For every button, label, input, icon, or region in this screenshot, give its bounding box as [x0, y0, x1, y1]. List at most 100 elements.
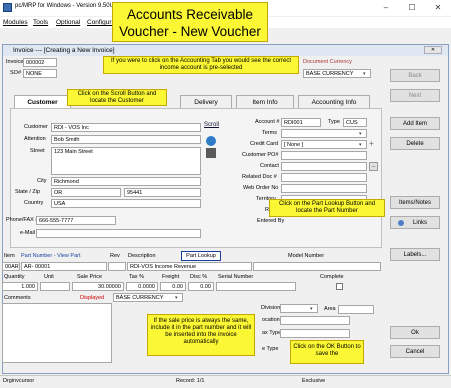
credit-card-select[interactable]: [ None ] ▾ — [281, 140, 367, 149]
email-field[interactable] — [36, 229, 201, 238]
customer-po-field[interactable] — [281, 151, 367, 160]
zip-field[interactable]: 95441 — [124, 188, 201, 197]
serial-field[interactable] — [216, 282, 296, 291]
add-icon[interactable]: + — [369, 140, 378, 149]
city-field[interactable]: Richmond — [51, 177, 201, 186]
tax-label: Tax % — [129, 274, 144, 280]
web-order-label: Web Order No — [243, 185, 279, 191]
complete-checkbox[interactable] — [336, 283, 343, 290]
rev-field[interactable] — [108, 262, 126, 271]
web-order-field[interactable] — [281, 184, 367, 193]
delete-button[interactable]: Delete — [390, 137, 440, 150]
add-item-button[interactable]: Add Item — [390, 117, 440, 130]
street-field[interactable]: 123 Main Street — [51, 147, 201, 175]
part-lookup-button[interactable]: Part Lookup — [181, 251, 221, 261]
scroll-button[interactable]: Scroll — [204, 122, 224, 132]
related-doc-label: Related Doc # — [242, 174, 277, 180]
type2-label: e Type — [262, 346, 279, 352]
customer-po-label: Customer PO# — [242, 152, 279, 158]
serial-label: Serial Number — [218, 274, 254, 280]
chevron-down-icon: ▾ — [310, 306, 313, 312]
street-label: Street — [30, 148, 45, 154]
minimize-icon[interactable]: – — [378, 2, 394, 14]
quantity-field[interactable]: 1.000 — [2, 282, 38, 291]
account-field[interactable]: RDI001 — [281, 118, 321, 127]
links-icon — [398, 220, 404, 226]
phone-field[interactable]: 666-555-7777 — [36, 216, 116, 225]
terms-select[interactable]: ▾ — [281, 129, 367, 138]
contact-lookup-button[interactable]: ... — [369, 162, 378, 171]
credit-card-value: [ None ] — [284, 142, 304, 148]
model-number-field[interactable] — [253, 262, 381, 271]
account-label: Account # — [255, 119, 280, 125]
displayed-currency-select[interactable]: BASE CURRENCY ▾ — [113, 293, 183, 302]
invoice-number-field[interactable]: 000002 — [23, 58, 57, 67]
state-field[interactable]: OR — [51, 188, 121, 197]
close-icon[interactable]: ✕ — [430, 2, 446, 14]
status-record: Record: 1/1 — [176, 378, 205, 384]
menu-modules[interactable]: Modules — [3, 19, 28, 26]
unit-field[interactable] — [40, 282, 70, 291]
tab-accounting-info[interactable]: Accounting Info — [298, 95, 370, 108]
country-field[interactable]: USA — [51, 199, 201, 208]
disc-field[interactable]: 0.00 — [188, 282, 214, 291]
customer-field[interactable]: RDI - VOS Inc — [51, 123, 201, 132]
back-button[interactable]: Back — [390, 69, 440, 82]
app-icon — [3, 3, 12, 12]
credit-card-label: Credit Card — [250, 141, 279, 147]
tax-type-select[interactable] — [280, 329, 350, 338]
maximize-icon[interactable]: ☐ — [404, 2, 420, 14]
description-col-label: Description — [128, 253, 156, 259]
part-number-field[interactable]: AR- 00001 — [21, 262, 107, 271]
city-label: City — [37, 178, 47, 184]
menu-configura[interactable]: Configura — [87, 19, 115, 26]
freight-field[interactable]: 0.00 — [160, 282, 186, 291]
so-field[interactable]: NONE — [23, 69, 57, 78]
tab-customer[interactable]: Customer — [14, 95, 71, 108]
links-label: Links — [412, 220, 427, 226]
email-label: e-Mail — [20, 230, 35, 236]
title-banner: Accounts Receivable Voucher - New Vouche… — [112, 2, 268, 42]
part-view-link[interactable]: Part Number - View Part — [21, 253, 81, 259]
tab-delivery[interactable]: Delivery — [180, 95, 232, 108]
item-field[interactable]: 00AR — [2, 262, 20, 271]
unit-label: Unit — [44, 274, 54, 280]
type-field[interactable]: CUS — [343, 118, 367, 127]
next-button[interactable]: Next — [390, 89, 440, 102]
cancel-button[interactable]: Cancel — [390, 345, 440, 358]
location-field[interactable] — [280, 316, 350, 325]
globe-icon[interactable] — [206, 136, 216, 146]
description-field[interactable]: RDI-VOS Income Revenue — [127, 262, 252, 271]
comments-field[interactable] — [2, 303, 112, 363]
chevron-down-icon: ▾ — [363, 71, 366, 77]
status-bar — [0, 375, 451, 388]
menu-tools[interactable]: Tools — [33, 19, 48, 26]
callout-sale-price: If the sale price is always the same, in… — [147, 314, 255, 356]
area-field[interactable] — [338, 305, 374, 314]
item-col-label: Item — [4, 253, 15, 259]
labels-button[interactable]: Labels... — [390, 248, 440, 261]
displayed-label: Displayed — [80, 295, 105, 301]
area-label: Area — [324, 306, 336, 312]
card-icon[interactable] — [206, 148, 216, 158]
freight-label: Freight — [162, 274, 180, 280]
doc-currency-select[interactable]: BASE CURRENCY ▾ — [303, 69, 371, 78]
attention-label: Attention — [24, 136, 46, 142]
sale-price-field[interactable]: 30.00000 — [72, 282, 124, 291]
invoice-close-icon[interactable]: ✕ — [424, 46, 442, 54]
division-select[interactable]: ▾ — [280, 304, 318, 313]
terms-label: Terms — [262, 130, 277, 136]
invoice-window-title: Invoice --- [Creating a New Invoice] — [3, 45, 448, 56]
tab-item-info[interactable]: Item Info — [236, 95, 294, 108]
menu-optional[interactable]: Optional — [56, 19, 80, 26]
sale-price-label: Sale Price — [77, 274, 103, 280]
tax-type-label: ax Type — [262, 330, 282, 336]
items-notes-button[interactable]: Items/Notes — [390, 196, 440, 209]
attention-field[interactable]: Bob Smith — [51, 135, 201, 144]
state-zip-label: State / Zip — [15, 189, 41, 195]
contact-field[interactable] — [281, 162, 367, 171]
tax-field[interactable]: 0.0000 — [126, 282, 158, 291]
related-doc-field[interactable] — [281, 173, 367, 182]
customer-label: Customer — [24, 124, 48, 130]
ok-button[interactable]: Ok — [390, 326, 440, 339]
